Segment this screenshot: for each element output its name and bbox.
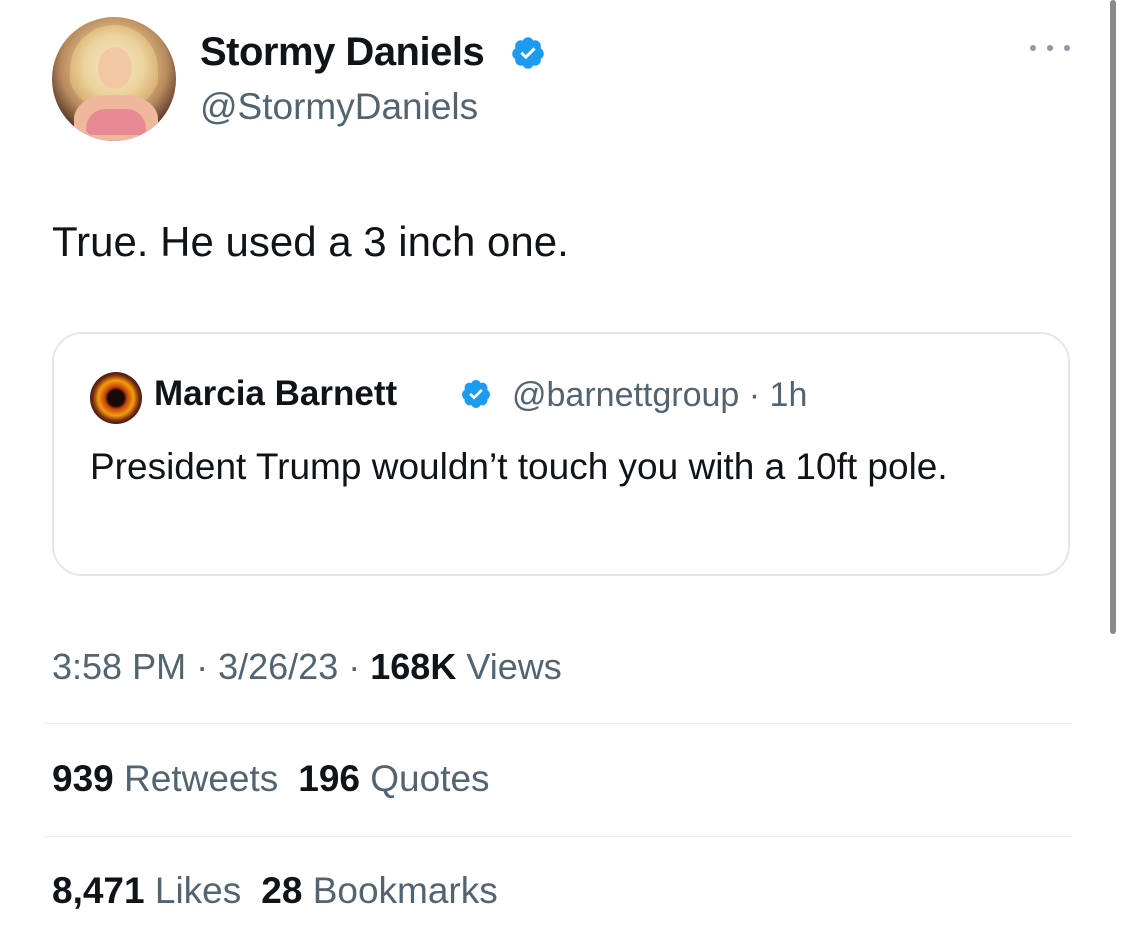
bookmarks-count: 28 xyxy=(261,870,303,911)
quotes-stat[interactable]: 196 Quotes xyxy=(298,758,489,799)
author-name[interactable]: Stormy Daniels xyxy=(200,30,485,75)
stats-row-likes-bookmarks: 8,471 Likes 28 Bookmarks xyxy=(52,870,498,912)
likes-count: 8,471 xyxy=(52,870,145,911)
quoted-author-avatar[interactable] xyxy=(90,372,142,424)
likes-stat[interactable]: 8,471 Likes xyxy=(52,870,241,911)
verified-badge-icon xyxy=(461,380,490,408)
avatar-clothing xyxy=(86,109,146,135)
tweet-text: True. He used a 3 inch one. xyxy=(52,218,569,265)
scrollbar[interactable] xyxy=(1110,0,1116,634)
dot xyxy=(1047,45,1053,51)
stats-row-retweets-quotes: 939 Retweets 196 Quotes xyxy=(52,758,490,800)
verified-badge-icon xyxy=(512,37,544,69)
bookmarks-label: Bookmarks xyxy=(312,870,498,911)
tweet: Stormy Daniels @StormyDaniels True. He u… xyxy=(0,0,1125,937)
quoted-author-name[interactable]: Marcia Barnett xyxy=(154,374,397,414)
dot xyxy=(1030,45,1036,51)
author-avatar[interactable] xyxy=(52,17,176,141)
divider xyxy=(44,723,1072,724)
views-count[interactable]: 168K xyxy=(370,646,456,687)
tweet-date[interactable]: 3/26/23 xyxy=(218,646,338,687)
quoted-author-handle-time[interactable]: @barnettgroup · 1h xyxy=(512,376,807,415)
divider xyxy=(44,836,1072,837)
more-dots-icon[interactable] xyxy=(1030,42,1070,54)
meta-separator: · xyxy=(196,646,209,687)
retweets-count: 939 xyxy=(52,758,114,799)
quotes-label: Quotes xyxy=(370,758,490,799)
quoted-tweet-text: President Trump wouldn’t touch you with … xyxy=(90,446,948,487)
author-handle[interactable]: @StormyDaniels xyxy=(200,86,478,128)
tweet-meta: 3:58 PM · 3/26/23 · 168K Views xyxy=(52,646,562,688)
quoted-tweet-card[interactable]: Marcia Barnett @barnettgroup · 1h Presid… xyxy=(52,332,1070,576)
avatar-face xyxy=(98,47,132,89)
likes-label: Likes xyxy=(154,870,242,911)
meta-separator: · xyxy=(348,646,361,687)
retweets-stat[interactable]: 939 Retweets xyxy=(52,758,278,799)
tweet-time[interactable]: 3:58 PM xyxy=(52,646,186,687)
retweets-label: Retweets xyxy=(124,758,279,799)
bookmarks-stat[interactable]: 28 Bookmarks xyxy=(261,870,498,911)
views-label[interactable]: Views xyxy=(466,646,561,687)
quotes-count: 196 xyxy=(298,758,360,799)
dot xyxy=(1064,45,1070,51)
